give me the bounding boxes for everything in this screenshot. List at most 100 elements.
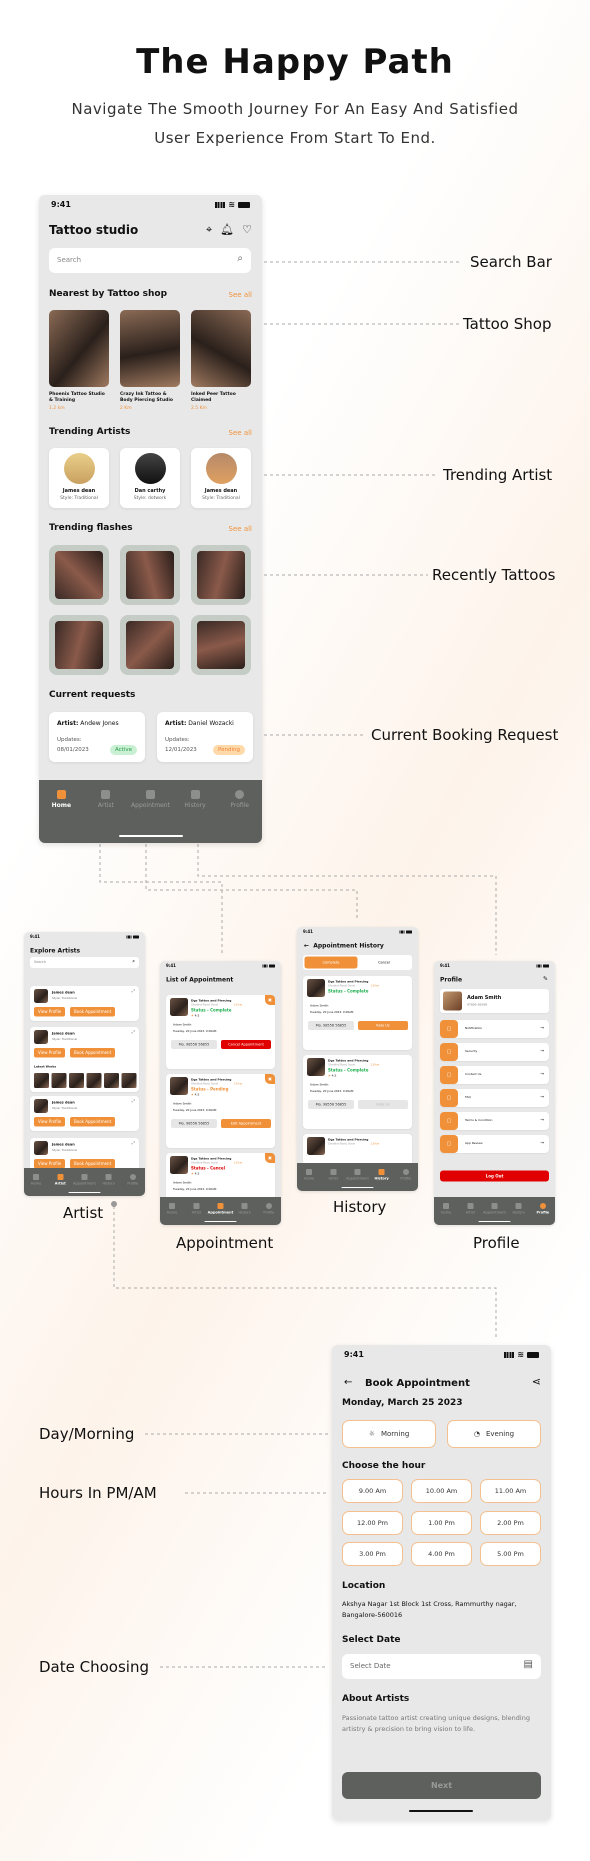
nav-item-home[interactable]: Home [26,1174,46,1196]
search-icon[interactable]: ⌕ [132,959,135,965]
appointment-status: Status - Complete [191,1008,232,1013]
book-appointment-button[interactable]: Book Appointment [70,1117,116,1127]
history-card[interactable]: Dgs Tattoo and Piercing Ghoddod Road, Sur… [303,976,412,1050]
profile-menu-contact-us[interactable]: ▢ Contact Us → [440,1066,549,1084]
flashes-see-all[interactable]: See all [229,525,252,533]
evening-button[interactable]: ◔ Evening [447,1420,541,1448]
flash-tattoo-thumb[interactable] [49,545,109,605]
artist-list-card[interactable]: James dean Style: Traditional ⤢ View Profil… [30,986,139,1021]
flash-tattoo-thumb[interactable] [120,615,180,675]
view-profile-button[interactable]: View Profile [34,1117,66,1127]
expand-icon[interactable]: ⤢ [132,1099,135,1104]
location-pin-icon[interactable]: ⌖ [206,223,212,237]
request-card[interactable]: Artist: Andew Jones Updates: 08/01/2023 Act… [49,712,145,762]
artists-see-all[interactable]: See all [229,429,252,437]
bell-icon[interactable]: 🔔︎ [220,223,234,237]
edit-corner-icon[interactable]: ▣ [265,995,275,1005]
flash-tattoo-thumb[interactable] [191,545,251,605]
hour-slot-button[interactable]: 12.00 Pm [342,1510,403,1535]
search-input[interactable]: Search ⌕ [49,248,251,273]
nav-item-home[interactable]: Home [41,790,81,843]
hour-slot-button[interactable]: 3.00 Pm [342,1542,403,1566]
hour-slot-button[interactable]: 2.00 Pm [480,1510,541,1535]
back-arrow-icon[interactable]: ← [304,942,309,949]
share-icon[interactable]: ⋖ [532,1375,541,1388]
back-arrow-icon[interactable]: ← [344,1377,352,1388]
edit-icon[interactable]: ✎ [543,975,548,982]
profile-menu-notification[interactable]: ▢ Notification → [440,1020,549,1038]
hour-slot-button[interactable]: 5.00 Pm [480,1542,541,1566]
logout-button[interactable]: Log Out [440,1170,549,1182]
nav-item-profile[interactable]: Profile [396,1169,416,1191]
cancel-appointment-button[interactable]: Cancel Appointment [221,1040,271,1049]
expand-icon[interactable]: ⤢ [132,989,135,994]
shop-card[interactable]: Phoenix Tattoo Studio & Training 1.2 km [49,310,109,415]
flash-tattoo-thumb[interactable] [120,545,180,605]
expand-icon[interactable]: ⤢ [132,1030,135,1035]
search-icon[interactable]: ⌕ [237,253,243,264]
hour-slot-button[interactable]: 11.00 Am [480,1479,541,1503]
shop-card[interactable]: Inked Peer Tattoo Claimed 2.5 Km [191,310,251,415]
nav-item-home[interactable]: Home [162,1203,182,1225]
search-input[interactable]: Search ⌕ [30,957,139,968]
profile-menu-security[interactable]: ▢ Security → [440,1043,549,1061]
edit-appointment-button[interactable]: Edit Appointment [221,1119,271,1128]
nav-item-artist[interactable]: Artist [50,1174,70,1196]
nav-item-artist[interactable]: Artist [460,1203,480,1225]
artist-list-card[interactable]: James dean Style: Traditional ⤢ View Profil… [30,1027,139,1092]
rate-us-button[interactable]: Rate Us [358,1021,408,1030]
nav-item-history[interactable]: History [235,1203,255,1225]
morning-button[interactable]: ☼ Morning [342,1420,436,1448]
latest-work-thumb[interactable] [69,1073,84,1088]
book-appointment-button[interactable]: Book Appointment [70,1007,116,1017]
flash-tattoo-thumb[interactable] [191,615,251,675]
profile-menu-faq[interactable]: ▢ FAQ → [440,1089,549,1107]
latest-work-thumb[interactable] [121,1073,137,1088]
appointment-card[interactable]: ▣ Dgs Tattoo and Piercing Ghoddod Road, Su… [166,995,275,1069]
artist-card[interactable]: James dean Style: Traditional [49,448,109,508]
hour-slot-button[interactable]: 9.00 Am [342,1479,403,1503]
nav-item-profile[interactable]: Profile [220,790,260,843]
view-profile-button[interactable]: View Profile [34,1048,66,1058]
nav-item-history[interactable]: History [509,1203,529,1225]
artist-card[interactable]: Dan carthy Style: dotwork [120,448,180,508]
latest-work-thumb[interactable] [104,1073,119,1088]
tab-cancel[interactable]: Cancel [358,957,411,969]
appointment-card[interactable]: ▣ Dgs Tattoo and Piercing Ghoddod Road, Su… [166,1074,275,1148]
history-card[interactable]: Dgs Tattoo and Piercing Ghoddod Road, Sur… [303,1055,412,1129]
view-profile-button[interactable]: View Profile [34,1007,66,1017]
latest-work-thumb[interactable] [86,1073,102,1088]
flash-tattoo-thumb[interactable] [49,615,109,675]
nav-item-history[interactable]: History [99,1174,119,1196]
nav-item-home[interactable]: Home [436,1203,456,1225]
expand-icon[interactable]: ⤢ [132,1141,135,1146]
request-card[interactable]: Artist: Daniel Wozacki Updates: 12/01/2023… [157,712,253,762]
nav-item-history[interactable]: History [372,1169,392,1191]
artist-list-card[interactable]: James dean Style: Traditional ⤢ View Profil… [30,1096,139,1131]
nav-item-home[interactable]: Home [299,1169,319,1191]
hour-slot-button[interactable]: 1.00 Pm [411,1510,472,1535]
profile-menu-app-review[interactable]: ▢ App Review → [440,1135,549,1153]
calendar-icon[interactable]: ▤ [524,1659,533,1670]
latest-work-thumb[interactable] [34,1073,49,1088]
date-input[interactable]: Select Date ▤ [342,1654,541,1679]
book-appointment-button[interactable]: Book Appointment [70,1048,116,1058]
edit-corner-icon[interactable]: ▣ [265,1153,275,1163]
hour-slot-button[interactable]: 4.00 Pm [411,1542,472,1566]
nav-item-artist[interactable]: Artist [186,1203,206,1225]
edit-corner-icon[interactable]: ▣ [265,1074,275,1084]
next-button[interactable]: Next [342,1772,541,1799]
nav-item-profile[interactable]: Profile [533,1203,553,1225]
profile-menu-terms-condition[interactable]: ▢ Terms & Condition → [440,1112,549,1130]
artist-card[interactable]: James dean Style: Traditional [191,448,251,508]
nav-item-profile[interactable]: Profile [123,1174,143,1196]
nav-item-profile[interactable]: Profile [259,1203,279,1225]
nearest-see-all[interactable]: See all [229,291,252,299]
heart-icon[interactable]: ♡ [242,223,252,237]
nav-item-artist[interactable]: Artist [323,1169,343,1191]
hour-slot-button[interactable]: 10.00 Am [411,1479,472,1503]
tab-complete[interactable]: Complete [304,956,358,969]
shop-card[interactable]: Crazy Ink Tattoo & Body Piercing Studio 2… [120,310,180,415]
latest-work-thumb[interactable] [51,1073,67,1088]
rate-us-button[interactable]: Rate Us [358,1100,408,1109]
